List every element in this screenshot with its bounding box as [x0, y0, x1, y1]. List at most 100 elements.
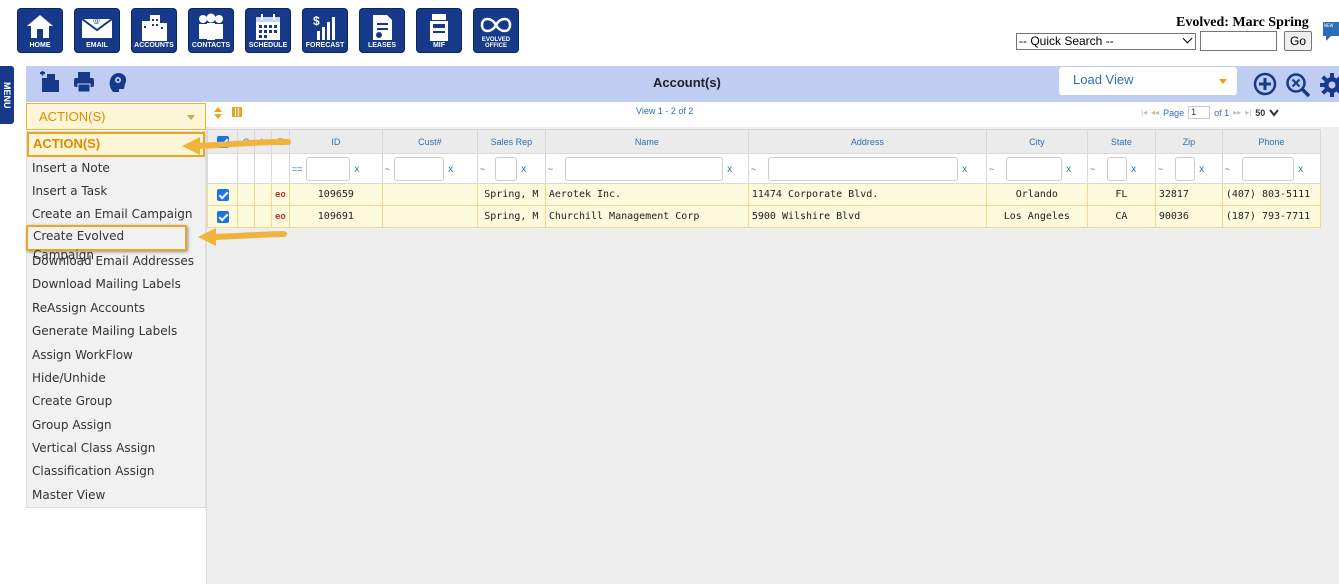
filter-operator[interactable]: ~	[548, 164, 553, 174]
col-state[interactable]: State	[1086, 129, 1156, 154]
action-item-create-evolved-campaign[interactable]: Create Evolved Campaign	[26, 225, 187, 262]
col-address[interactable]: Address	[747, 129, 987, 154]
row-select[interactable]	[207, 183, 238, 206]
action-item-vertical-class-assign[interactable]: Vertical Class Assign	[27, 437, 205, 459]
col-cust[interactable]: Cust#	[381, 129, 478, 154]
go-button[interactable]: Go	[1284, 31, 1312, 51]
filter-city-input[interactable]	[1006, 156, 1063, 181]
filter-operator[interactable]: ~	[1158, 164, 1163, 174]
col-zip[interactable]: Zip	[1154, 129, 1223, 154]
clear-filter-icon[interactable]: x	[727, 164, 732, 175]
clear-filter-icon[interactable]: x	[1199, 164, 1204, 175]
filter-zip-input[interactable]	[1175, 156, 1196, 181]
cell-e[interactable]: eo	[271, 205, 290, 228]
forecast-icon: $	[313, 14, 335, 40]
news-icon[interactable]: NEW	[1322, 20, 1339, 42]
filter-state-input[interactable]	[1107, 156, 1128, 181]
quick-search-input[interactable]	[1200, 31, 1277, 51]
gear-icon[interactable]	[1319, 72, 1339, 98]
clear-filter-icon[interactable]: x	[1298, 164, 1303, 175]
printer-icon[interactable]	[73, 71, 95, 93]
last-page-icon[interactable]: ▸|	[1245, 108, 1251, 117]
table-row[interactable]: eo 109659 Spring, M Aerotek Inc. 11474 C…	[207, 183, 1321, 206]
add-account-icon[interactable]	[39, 71, 61, 93]
cell-id[interactable]: 109691	[288, 205, 383, 228]
search-zoom-icon[interactable]	[1285, 72, 1311, 98]
action-item-download-email-addresses[interactable]: Download Email Addresses	[27, 250, 205, 272]
clear-filter-icon[interactable]: x	[1131, 164, 1136, 175]
filter-operator[interactable]: ~	[1090, 164, 1095, 174]
cell-id[interactable]: 109659	[288, 183, 383, 206]
nav-contacts-button[interactable]: CONTACTS	[188, 8, 234, 53]
action-item-header[interactable]: ACTION(S)	[27, 132, 205, 157]
nav-mif-button[interactable]: MIF	[416, 8, 462, 53]
cell-name[interactable]: Churchill Management Corp	[544, 205, 749, 228]
action-item-master-view[interactable]: Master View	[27, 484, 205, 506]
prev-page-icon[interactable]: ◂◂	[1151, 108, 1159, 117]
nav-schedule-button[interactable]: SCHEDULE	[245, 8, 291, 53]
page-size-select[interactable]: 50	[1255, 108, 1265, 118]
filter-operator[interactable]: ~	[751, 164, 756, 174]
clear-filter-icon[interactable]: x	[962, 164, 967, 175]
page-input[interactable]: 1	[1188, 106, 1211, 119]
evolved-link-icon[interactable]: eo	[275, 190, 286, 200]
action-item-hide-unhide[interactable]: Hide/Unhide	[27, 367, 205, 389]
action-item-insert-task[interactable]: Insert a Task	[27, 180, 205, 202]
filter-phone-input[interactable]	[1242, 156, 1295, 181]
brain-settings-icon[interactable]	[107, 71, 129, 93]
nav-accounts-button[interactable]: ACCOUNTS	[131, 8, 177, 53]
clear-filter-icon[interactable]: x	[448, 164, 453, 175]
col-city[interactable]: City	[985, 129, 1088, 154]
action-item-group-assign[interactable]: Group Assign	[27, 414, 205, 436]
evolved-link-icon[interactable]: eo	[275, 212, 286, 222]
nav-leases-button[interactable]: LEASES	[359, 8, 405, 53]
menu-tab[interactable]: MENU	[0, 66, 14, 124]
page-of: of 1	[1214, 107, 1230, 118]
first-page-icon[interactable]: |◂	[1141, 108, 1147, 117]
action-item-create-group[interactable]: Create Group	[27, 390, 205, 412]
nav-evolved-office-button[interactable]: EVOLVED OFFICE	[473, 8, 519, 53]
columns-icon[interactable]	[232, 107, 242, 117]
filter-cust-input[interactable]	[394, 156, 445, 181]
quick-search-select[interactable]: -- Quick Search --	[1016, 33, 1196, 50]
cell-l	[254, 183, 272, 206]
table-row[interactable]: eo 109691 Spring, M Churchill Management…	[207, 205, 1321, 228]
action-item-insert-note[interactable]: Insert a Note	[27, 157, 205, 179]
nav-email-button[interactable]: @ EMAIL	[74, 8, 120, 53]
clear-filter-icon[interactable]: x	[1066, 164, 1071, 175]
filter-operator[interactable]: ~	[480, 164, 485, 174]
action-item-download-mailing-labels[interactable]: Download Mailing Labels	[27, 273, 205, 295]
row-select[interactable]	[207, 205, 238, 228]
sort-icon[interactable]	[214, 107, 222, 119]
cell-e[interactable]: eo	[271, 183, 290, 206]
col-name[interactable]: Name	[544, 129, 749, 154]
actions-select[interactable]: ACTION(S)	[26, 103, 206, 130]
filter-operator[interactable]: ~	[1225, 164, 1230, 174]
filter-rep-input[interactable]	[495, 156, 518, 181]
action-item-generate-mailing-labels[interactable]: Generate Mailing Labels	[27, 320, 205, 342]
col-phone[interactable]: Phone	[1221, 129, 1321, 154]
row-checkbox[interactable]	[216, 210, 229, 223]
filter-operator[interactable]: ~	[989, 164, 994, 174]
filter-operator[interactable]: ~	[385, 164, 390, 174]
next-page-icon[interactable]: ▸▸	[1233, 108, 1241, 117]
action-item-classification-assign[interactable]: Classification Assign	[27, 460, 205, 482]
filter-operator[interactable]: ==	[292, 164, 303, 174]
action-item-reassign-accounts[interactable]: ReAssign Accounts	[27, 297, 205, 319]
col-id[interactable]: ID	[288, 129, 383, 154]
nav-home-button[interactable]: HOME	[17, 8, 63, 53]
action-item-assign-workflow[interactable]: Assign WorkFlow	[27, 344, 205, 366]
action-item-create-email-campaign[interactable]: Create an Email Campaign	[27, 203, 205, 225]
clear-filter-icon[interactable]: x	[521, 164, 526, 175]
nav-forecast-button[interactable]: $ FORECAST	[302, 8, 348, 53]
filter-address-input[interactable]	[768, 156, 959, 181]
load-view-select[interactable]: Load View	[1059, 67, 1237, 95]
filter-id-input[interactable]	[306, 156, 351, 181]
cell-name[interactable]: Aerotek Inc.	[544, 183, 749, 206]
add-circle-icon[interactable]	[1253, 72, 1277, 96]
clear-filter-icon[interactable]: x	[354, 164, 359, 175]
col-sales-rep[interactable]: Sales Rep	[476, 129, 546, 154]
filter-name-input[interactable]	[565, 156, 724, 181]
chevron-down-icon[interactable]	[1269, 108, 1280, 117]
row-checkbox[interactable]	[216, 188, 229, 201]
